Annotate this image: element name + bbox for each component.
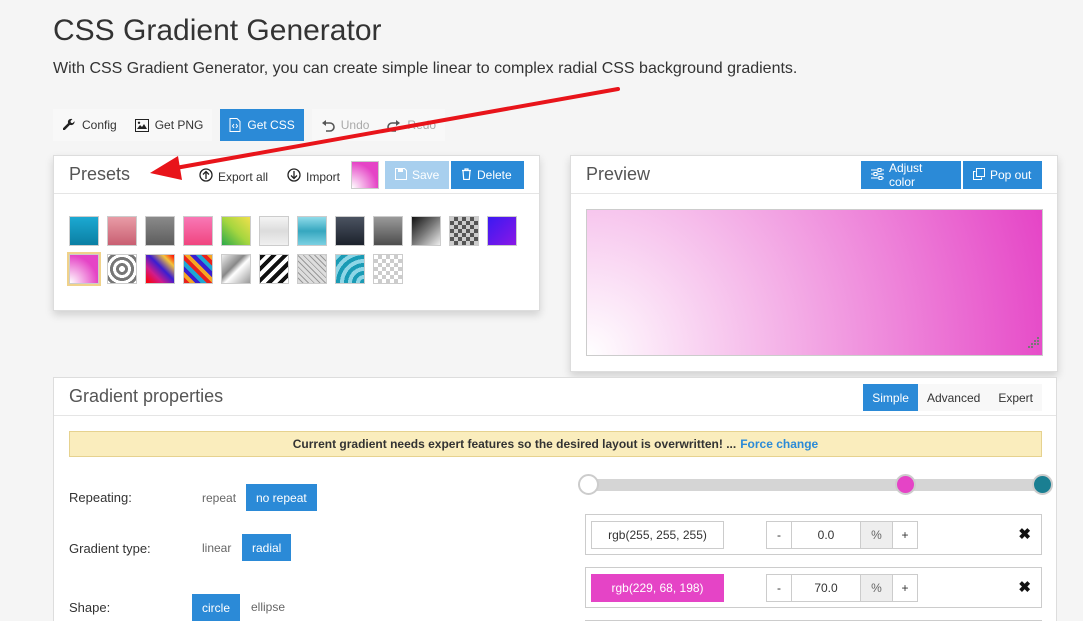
annotation-arrow [150, 87, 620, 180]
